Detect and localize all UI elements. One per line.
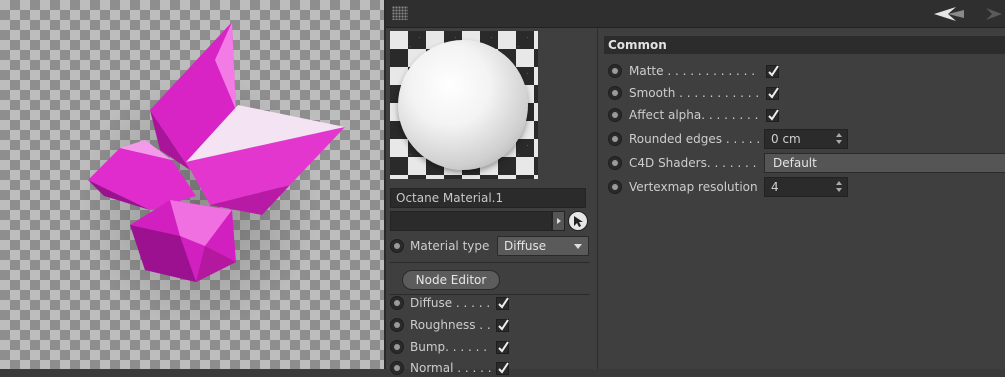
- material-type-label: Material type: [410, 239, 490, 253]
- link-arrow-button[interactable]: [552, 211, 565, 231]
- node-editor-button[interactable]: Node Editor: [402, 270, 500, 290]
- divider: [390, 262, 590, 263]
- channel-row-diffuse[interactable]: Diffuse . . . . .: [390, 293, 509, 313]
- channel-radio[interactable]: [390, 318, 404, 332]
- checkmark-icon: [768, 108, 779, 121]
- rounded-edges-input[interactable]: 0 cm: [764, 129, 848, 149]
- rounded-edges-row: Rounded edges . . . . .: [608, 129, 766, 149]
- vertexmap-label: Vertexmap resolution: [629, 180, 758, 194]
- render-viewport: [0, 0, 384, 369]
- smooth-radio[interactable]: [608, 86, 622, 100]
- channel-checkbox[interactable]: [496, 340, 509, 354]
- material-column: Octane Material.1 Material type Diffuse …: [386, 28, 598, 375]
- preview-sphere: [398, 40, 528, 170]
- c4d-shaders-label: C4D Shaders. . . . . . .: [629, 156, 757, 170]
- attribute-manager: Octane Material.1 Material type Diffuse …: [384, 0, 1005, 375]
- matte-checkbox[interactable]: [766, 64, 779, 78]
- rounded-edges-radio[interactable]: [608, 132, 622, 146]
- affect-alpha-checkbox[interactable]: [766, 108, 779, 122]
- rounded-edges-value: 0 cm: [771, 132, 801, 146]
- common-group: Common Matte . . . . . . . . . . . . Smo…: [600, 28, 1005, 369]
- checkmark-icon: [768, 86, 779, 99]
- matte-radio[interactable]: [608, 64, 622, 78]
- attribute-toolbar: [386, 0, 1005, 28]
- channel-label: Diffuse . . . . .: [410, 296, 491, 310]
- spinner-arrows-icon[interactable]: [836, 133, 843, 145]
- affect-alpha-row: Affect alpha. . . . . . . .: [608, 105, 779, 125]
- channel-checkbox[interactable]: [496, 318, 509, 332]
- rounded-edges-label: Rounded edges . . . . .: [629, 132, 761, 146]
- checkmark-icon: [768, 64, 779, 77]
- channel-checkbox[interactable]: [496, 296, 509, 310]
- nav-back-icon[interactable]: [934, 6, 964, 22]
- section-header[interactable]: Common: [604, 36, 1005, 54]
- channel-row-roughness[interactable]: Roughness . .: [390, 315, 509, 335]
- checkmark-icon: [498, 318, 509, 331]
- checkmark-icon: [498, 361, 509, 374]
- material-type-radio[interactable]: [390, 239, 404, 253]
- affect-alpha-radio[interactable]: [608, 108, 622, 122]
- channel-row-normal[interactable]: Normal . . . . .: [390, 359, 509, 377]
- channel-label: Normal . . . . .: [410, 361, 492, 375]
- channel-radio[interactable]: [390, 361, 404, 375]
- vertexmap-row: Vertexmap resolution: [608, 177, 766, 197]
- affect-alpha-label: Affect alpha. . . . . . . .: [629, 108, 759, 122]
- vertexmap-input[interactable]: 4: [764, 177, 848, 197]
- material-type-value: Diffuse: [504, 239, 547, 253]
- material-type-row: Material type: [390, 236, 489, 256]
- nav-forward-icon[interactable]: [982, 6, 1002, 22]
- crystal-render: [88, 22, 345, 282]
- material-name-field[interactable]: Octane Material.1: [390, 188, 586, 208]
- smooth-row: Smooth . . . . . . . . . . .: [608, 83, 779, 103]
- object-picker-icon: [574, 216, 583, 227]
- channel-label: Bump. . . . . .: [410, 340, 488, 354]
- spinner-arrows-icon[interactable]: [836, 181, 843, 193]
- matte-label: Matte . . . . . . . . . . . .: [629, 64, 756, 78]
- material-type-select[interactable]: Diffuse: [497, 236, 589, 256]
- smooth-label: Smooth . . . . . . . . . . .: [629, 86, 760, 100]
- chevron-down-icon: [574, 244, 582, 249]
- object-picker-button[interactable]: [568, 211, 588, 231]
- vertexmap-radio[interactable]: [608, 180, 622, 194]
- checkmark-icon: [498, 296, 509, 309]
- material-preview[interactable]: [390, 31, 538, 179]
- channel-label: Roughness . .: [410, 318, 491, 332]
- vertexmap-value: 4: [771, 180, 779, 194]
- checkmark-icon: [498, 340, 509, 353]
- matte-row: Matte . . . . . . . . . . . .: [608, 61, 779, 81]
- channel-radio[interactable]: [390, 296, 404, 310]
- c4d-shaders-row: C4D Shaders. . . . . . .: [608, 153, 766, 173]
- c4d-shaders-select[interactable]: Default: [764, 153, 1005, 173]
- channel-checkbox[interactable]: [496, 361, 509, 375]
- smooth-checkbox[interactable]: [766, 86, 779, 100]
- link-field[interactable]: [390, 211, 552, 231]
- channel-row-bump[interactable]: Bump. . . . . .: [390, 337, 509, 357]
- c4d-shaders-radio[interactable]: [608, 156, 622, 170]
- grip-icon[interactable]: [392, 6, 408, 20]
- channel-radio[interactable]: [390, 340, 404, 354]
